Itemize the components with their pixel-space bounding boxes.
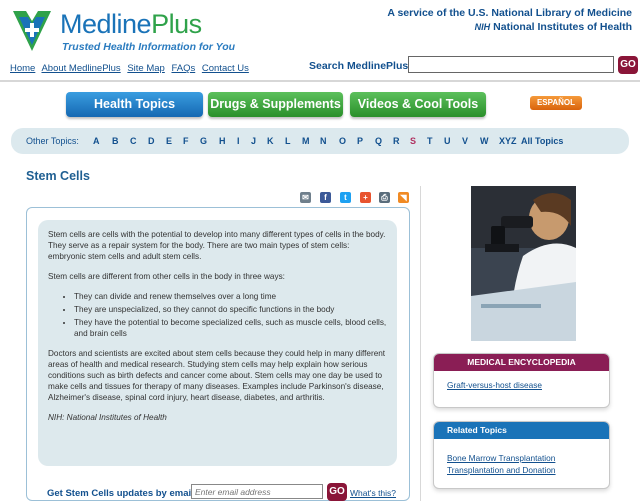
nav-home-link[interactable]: Home	[10, 63, 35, 74]
letter-link-n[interactable]: N	[320, 136, 327, 146]
letter-link-all-topics[interactable]: All Topics	[521, 136, 563, 146]
summary-box: Stem cells are cells with the potential …	[38, 220, 397, 466]
related-topic-link[interactable]: Bone Marrow Transplantation	[447, 452, 609, 464]
summary-bullet: They can divide and renew themselves ove…	[74, 291, 387, 302]
search-label: Search MedlinePlus	[309, 60, 409, 72]
letter-link-r[interactable]: R	[393, 136, 400, 146]
letter-link-v[interactable]: V	[462, 136, 468, 146]
related-topics-heading: Related Topics	[434, 422, 609, 439]
share-plus-icon[interactable]: +	[360, 192, 371, 203]
nlm-service-banner[interactable]: A service of the U.S. National Library o…	[387, 7, 632, 33]
espanol-button[interactable]: ESPAÑOL	[530, 96, 582, 110]
letter-link-p[interactable]: P	[357, 136, 363, 146]
facebook-icon[interactable]: f	[320, 192, 331, 203]
nav-contact-link[interactable]: Contact Us	[202, 63, 249, 74]
summary-paragraph-1: Stem cells are cells with the potential …	[48, 230, 386, 261]
logo-tagline: Trusted Health Information for You	[62, 41, 236, 53]
letter-link-xyz[interactable]: XYZ	[499, 136, 517, 146]
top-navigation: Home About MedlinePlus Site Map FAQs Con…	[10, 63, 253, 74]
tab-drugs-supplements[interactable]: Drugs & Supplements	[208, 92, 343, 117]
letter-link-t[interactable]: T	[427, 136, 433, 146]
other-topics-label: Other Topics:	[26, 136, 79, 146]
whats-this-link[interactable]: What's this?	[350, 488, 396, 498]
email-icon[interactable]: ✉	[300, 192, 311, 203]
nav-faqs-link[interactable]: FAQs	[171, 63, 195, 74]
caduceus-logo-icon	[13, 11, 51, 51]
header-divider	[0, 80, 640, 82]
related-topic-link[interactable]: Transplantation and Donation	[447, 464, 609, 476]
summary-paragraph-2: Stem cells are different from other cell…	[48, 272, 285, 281]
tab-videos-cool-tools[interactable]: Videos & Cool Tools	[350, 92, 486, 117]
letter-link-i[interactable]: I	[237, 136, 240, 146]
letter-link-m[interactable]: M	[302, 136, 310, 146]
letter-link-h[interactable]: H	[219, 136, 226, 146]
medlineplus-logo[interactable]: MedlinePlus Trusted Health Information f…	[10, 7, 240, 59]
encyclopedia-link[interactable]: Graft-versus-host disease	[447, 379, 609, 391]
nav-about-link[interactable]: About MedlinePlus	[41, 63, 120, 74]
logo-wordmark: MedlinePlus	[60, 9, 202, 39]
email-updates-input[interactable]	[191, 484, 323, 499]
service-line-nih[interactable]: NIH National Institutes of Health	[387, 21, 632, 33]
summary-paragraph-3: Doctors and scientists are excited about…	[48, 349, 386, 402]
letter-link-f[interactable]: F	[183, 136, 189, 146]
medical-encyclopedia-panel: MEDICAL ENCYCLOPEDIA Graft-versus-host d…	[433, 353, 610, 408]
summary-bullet-list: They can divide and renew themselves ove…	[48, 291, 387, 339]
service-line-nlm[interactable]: A service of the U.S. National Library o…	[387, 7, 632, 19]
letter-link-l[interactable]: L	[285, 136, 291, 146]
other-topics-bar: Other Topics: A B C D E F G H I J K L M …	[11, 128, 629, 154]
microscope-researcher-photo	[471, 186, 576, 341]
letter-link-b[interactable]: B	[112, 136, 119, 146]
letter-link-w[interactable]: W	[480, 136, 489, 146]
letter-link-s-selected[interactable]: S	[410, 136, 416, 146]
letter-link-e[interactable]: E	[166, 136, 172, 146]
letter-link-k[interactable]: K	[267, 136, 274, 146]
letter-link-c[interactable]: C	[130, 136, 137, 146]
email-updates-label: Get Stem Cells updates by email	[47, 488, 194, 499]
letter-link-g[interactable]: G	[200, 136, 207, 146]
print-icon[interactable]: ⎙	[379, 192, 390, 203]
summary-source: NIH: National Institutes of Health	[48, 413, 167, 422]
medical-encyclopedia-heading: MEDICAL ENCYCLOPEDIA	[434, 354, 609, 371]
email-updates-go-button[interactable]: GO	[327, 483, 347, 501]
nav-sitemap-link[interactable]: Site Map	[127, 63, 165, 74]
letter-link-d[interactable]: D	[148, 136, 155, 146]
letter-link-o[interactable]: O	[339, 136, 346, 146]
rss-icon[interactable]: ◥	[398, 192, 409, 203]
letter-link-q[interactable]: Q	[375, 136, 382, 146]
tab-health-topics[interactable]: Health Topics	[66, 92, 203, 117]
summary-bullet: They have the potential to become specia…	[74, 317, 387, 339]
letter-link-u[interactable]: U	[444, 136, 451, 146]
letter-link-a[interactable]: A	[93, 136, 100, 146]
twitter-icon[interactable]: t	[340, 192, 351, 203]
related-topics-panel: Related Topics Bone Marrow Transplantati…	[433, 421, 610, 489]
summary-bullet: They are unspecialized, so they cannot d…	[74, 304, 387, 315]
search-go-button[interactable]: GO	[618, 56, 638, 74]
page-title: Stem Cells	[26, 169, 90, 183]
column-divider	[420, 186, 421, 501]
search-input[interactable]	[408, 56, 614, 73]
letter-link-j[interactable]: J	[251, 136, 256, 146]
